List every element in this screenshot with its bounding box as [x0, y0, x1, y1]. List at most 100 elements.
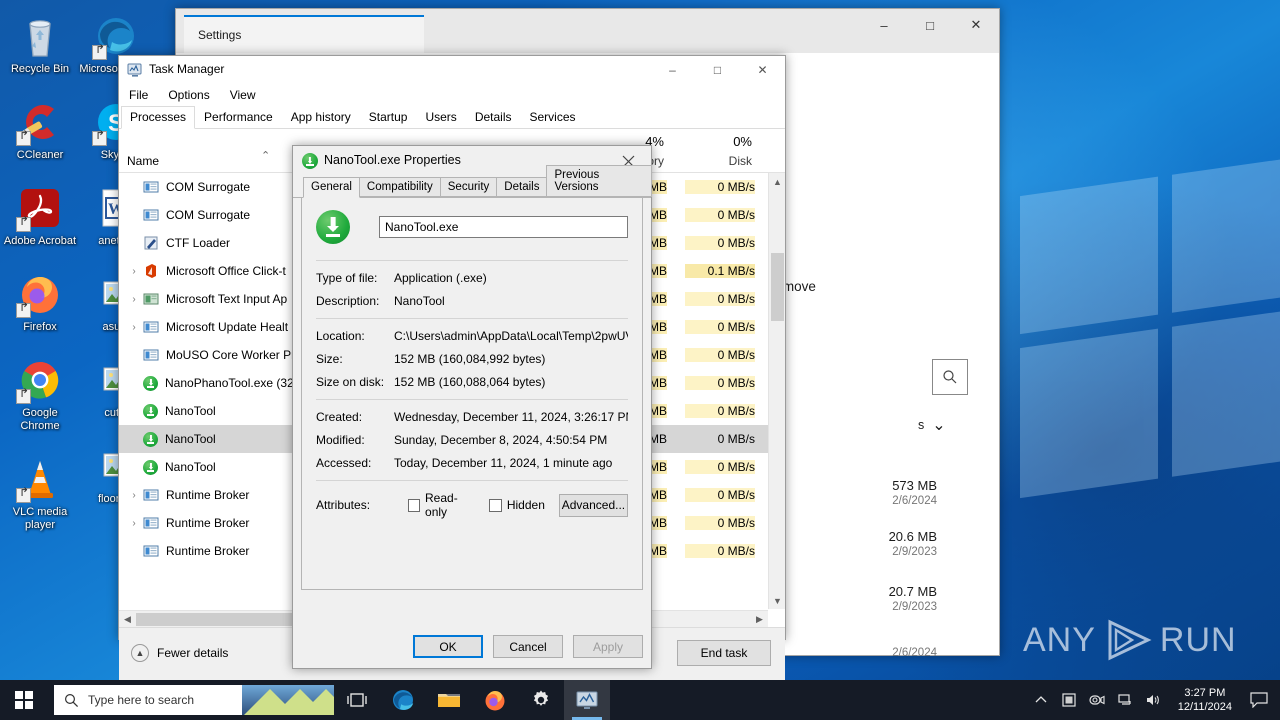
row-expander[interactable]: ›	[127, 322, 141, 333]
row-expander[interactable]: ›	[127, 490, 141, 501]
tab-compatibility[interactable]: Compatibility	[358, 177, 441, 197]
attributes-label: Attributes:	[316, 498, 371, 512]
cancel-button[interactable]: Cancel	[493, 635, 563, 658]
action-center-icon[interactable]	[1244, 680, 1274, 720]
row-expander[interactable]: ›	[127, 518, 141, 529]
network-icon[interactable]	[1112, 680, 1138, 720]
tray-square-icon[interactable]	[1056, 680, 1082, 720]
process-name: NanoPhanoTool.exe (32	[165, 376, 294, 390]
firefox-icon	[16, 270, 64, 318]
green-download-icon	[302, 153, 318, 169]
field-value: Application (.exe)	[394, 271, 487, 285]
tab-performance[interactable]: Performance	[195, 106, 282, 129]
app-date: 2/6/2024	[892, 495, 937, 507]
desktop-icon-vlc[interactable]: VLC media player	[2, 455, 78, 532]
green-download-icon	[143, 431, 158, 447]
desktop-icon-google-chrome[interactable]: Google Chrome	[2, 356, 78, 433]
task-view-button[interactable]	[334, 680, 380, 720]
scrollbar-thumb[interactable]	[771, 253, 784, 321]
show-hidden-icons-chevron[interactable]	[1028, 680, 1054, 720]
taskbar: Type here to search 3:27 PM 12/11/2024	[0, 680, 1280, 720]
close-button[interactable]: ✕	[740, 56, 785, 84]
desktop-icon-firefox[interactable]: Firefox	[2, 270, 78, 334]
task-manager-icon	[576, 691, 598, 709]
tab-processes[interactable]: Processes	[121, 106, 196, 129]
taskbar-settings[interactable]	[518, 680, 564, 720]
scroll-left-arrow[interactable]: ◀	[119, 611, 136, 628]
taskbar-microsoft-edge[interactable]	[380, 680, 426, 720]
search-input[interactable]: Type here to search	[54, 685, 334, 715]
row-expander[interactable]: ›	[127, 266, 141, 277]
tab-users[interactable]: Users	[416, 106, 465, 129]
search-highlight-thumbnail	[242, 685, 334, 715]
end-task-button[interactable]: End task	[677, 640, 771, 666]
tray-camera-icon[interactable]	[1084, 680, 1110, 720]
settings-tab[interactable]: Settings	[184, 15, 424, 53]
sort-dropdown[interactable]: s ⌄	[918, 415, 946, 435]
properties-title: NanoTool.exe Properties	[324, 153, 461, 167]
field-size-on-disk: Size on disk: 152 MB (160,088,064 bytes)	[302, 375, 642, 389]
hidden-checkbox[interactable]: Hidden	[488, 498, 545, 512]
process-name: Microsoft Text Input Ap	[166, 292, 288, 306]
menu-options[interactable]: Options	[168, 88, 209, 102]
settings-gear-icon	[533, 690, 549, 706]
field-label: Size:	[316, 352, 343, 366]
taskbar-task-manager[interactable]	[564, 680, 610, 720]
readonly-checkbox[interactable]: Read-only	[408, 491, 475, 519]
vertical-scrollbar[interactable]: ▲ ▼	[768, 173, 785, 609]
checkbox-box[interactable]	[488, 498, 502, 512]
tab-security[interactable]: Security	[439, 177, 498, 197]
desktop-icon-ccleaner[interactable]: CCleaner	[2, 98, 78, 162]
text-input-icon	[143, 291, 159, 307]
tab-details[interactable]: Details	[496, 177, 548, 197]
divider	[316, 399, 628, 400]
tab-details[interactable]: Details	[466, 106, 521, 129]
row-expander[interactable]: ›	[127, 294, 141, 305]
column-name[interactable]: Name	[127, 154, 159, 168]
list-item[interactable]: 20.6 MB 2/9/2023	[797, 529, 937, 558]
process-disk: 0 MB/s	[685, 180, 755, 194]
tab-previous-versions[interactable]: Previous Versions	[546, 165, 652, 197]
list-item[interactable]: 573 MB 2/6/2024	[797, 478, 937, 507]
scroll-right-arrow[interactable]: ▶	[751, 611, 768, 628]
column-disk[interactable]: 0% Disk	[729, 134, 752, 168]
tab-general[interactable]: General	[303, 177, 360, 198]
minimize-button[interactable]: –	[650, 56, 695, 84]
tab-startup[interactable]: Startup	[360, 106, 417, 129]
field-label: Accessed:	[316, 456, 372, 470]
task-manager-titlebar[interactable]: Task Manager – □ ✕	[119, 56, 785, 84]
volume-icon[interactable]	[1140, 680, 1166, 720]
clock[interactable]: 3:27 PM 12/11/2024	[1168, 686, 1242, 714]
ok-button[interactable]: OK	[413, 635, 483, 658]
settings-titlebar[interactable]: Settings – □ ✕	[176, 9, 999, 53]
menu-file[interactable]: File	[129, 88, 148, 102]
process-disk: 0 MB/s	[685, 320, 755, 334]
desktop-icon-adobe-acrobat[interactable]: Adobe Acrobat	[2, 184, 78, 248]
search-input[interactable]	[932, 359, 968, 395]
sort-label: s	[918, 418, 925, 432]
checkbox-box[interactable]	[408, 498, 421, 512]
advanced-button[interactable]: Advanced...	[558, 493, 628, 517]
list-item[interactable]: 2/6/2024	[797, 647, 937, 659]
scroll-up-arrow[interactable]: ▲	[769, 173, 786, 190]
tab-services[interactable]: Services	[521, 106, 585, 129]
list-item[interactable]: 20.7 MB 2/9/2023	[797, 584, 937, 613]
minimize-button[interactable]: –	[861, 9, 907, 41]
start-button[interactable]	[0, 680, 48, 720]
close-button[interactable]: ✕	[953, 9, 999, 41]
desktop-icon-recycle-bin[interactable]: Recycle Bin	[2, 12, 78, 76]
scroll-down-arrow[interactable]: ▼	[769, 592, 786, 609]
filename-field[interactable]	[379, 216, 628, 238]
maximize-button[interactable]: □	[907, 9, 953, 41]
process-disk: 0 MB/s	[685, 404, 755, 418]
menu-view[interactable]: View	[230, 88, 256, 102]
taskbar-file-explorer[interactable]	[426, 680, 472, 720]
app-generic-icon	[143, 179, 159, 195]
taskbar-firefox[interactable]	[472, 680, 518, 720]
divider	[316, 318, 628, 319]
maximize-button[interactable]: □	[695, 56, 740, 84]
fewer-details-button[interactable]: ▲ Fewer details	[131, 644, 228, 662]
app-size: 20.7 MB	[888, 584, 937, 599]
tab-app-history[interactable]: App history	[282, 106, 360, 129]
file-properties-dialog[interactable]: NanoTool.exe Properties General Compatib…	[292, 145, 652, 669]
